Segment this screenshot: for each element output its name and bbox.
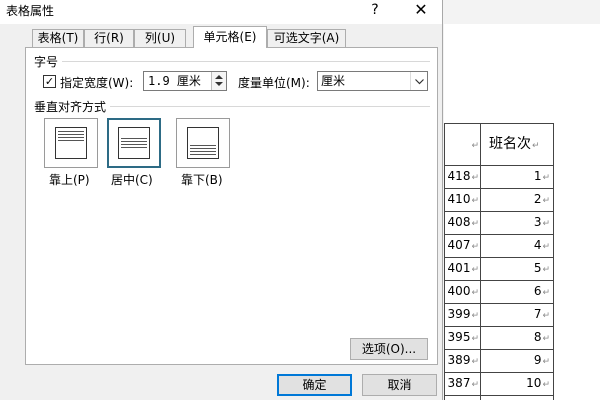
table-header-row: ↵ 班名次↵ [444, 123, 554, 166]
table-row: 389↵ 9↵ [444, 349, 554, 373]
table-cell-rank[interactable]: 6↵ [480, 280, 554, 304]
table-cell-score[interactable]: 389↵ [444, 349, 481, 373]
title-bar[interactable]: 表格属性 ? ✕ [0, 0, 442, 24]
measure-in-select[interactable]: 厘米 [317, 71, 428, 91]
table-cell-score[interactable]: 407↵ [444, 234, 481, 258]
tab-column[interactable]: 列(U) [134, 29, 186, 47]
align-bottom-option[interactable] [176, 118, 230, 168]
table-row: 408↵ 3↵ [444, 211, 554, 235]
align-center-label[interactable]: 居中(C) [111, 171, 153, 188]
preferred-width-checkbox[interactable]: ✓ [43, 75, 56, 88]
align-bottom-label[interactable]: 靠下(B) [181, 171, 223, 188]
align-top-option[interactable] [44, 118, 98, 168]
align-center-option[interactable] [107, 118, 161, 168]
help-button[interactable]: ? [364, 0, 386, 21]
table-cell-score[interactable]: 408↵ [444, 211, 481, 235]
table-cell-rank[interactable]: 7↵ [480, 303, 554, 327]
width-spinner[interactable] [211, 72, 226, 90]
ranking-table: ↵ 班名次↵ 418↵ 1↵ 410↵ 2↵ 408↵ 3↵ 407↵ 4↵ 401↵ 5↵ 400… [444, 123, 554, 400]
cancel-button[interactable]: 取消 [362, 374, 437, 396]
chevron-down-icon[interactable] [410, 72, 427, 90]
table-cell-rank[interactable]: 8↵ [480, 326, 554, 350]
preferred-width-label[interactable]: 指定宽度(W): [60, 74, 133, 91]
table-cell-rank[interactable]: 4↵ [480, 234, 554, 258]
align-top-label[interactable]: 靠上(P) [49, 171, 90, 188]
dialog-title: 表格属性 [6, 4, 55, 18]
table-cell-score[interactable]: 400↵ [444, 280, 481, 304]
table-cell[interactable]: ↵ [444, 123, 481, 166]
table-header-rank[interactable]: 班名次↵ [480, 123, 554, 166]
tab-table[interactable]: 表格(T) [32, 29, 84, 47]
spin-down-icon[interactable] [215, 82, 223, 86]
table-cell-rank[interactable]: 9↵ [480, 349, 554, 373]
ok-button[interactable]: 确定 [277, 374, 352, 396]
table-cell-rank[interactable]: 2↵ [480, 188, 554, 212]
table-cell-score[interactable]: 401↵ [444, 257, 481, 281]
table-cell-score[interactable]: 387↵ [444, 395, 481, 400]
options-button[interactable]: 选项(O)... [350, 338, 428, 360]
table-cell-score[interactable]: 399↵ [444, 303, 481, 327]
check-mark-icon: ✓ [44, 75, 55, 88]
cell-tab-panel [25, 47, 438, 365]
table-cell-rank[interactable]: 10↵ [480, 372, 554, 396]
section-divider [62, 61, 430, 62]
table-row: 410↵ 2↵ [444, 188, 554, 212]
tab-alt-text[interactable]: 可选文字(A) [267, 29, 346, 47]
table-cell-score[interactable]: 418↵ [444, 165, 481, 189]
measure-in-label: 度量单位(M): [238, 76, 310, 90]
measure-in-value: 厘米 [321, 74, 346, 88]
table-cell-rank[interactable]: 3↵ [480, 211, 554, 235]
close-button[interactable]: ✕ [406, 0, 436, 22]
table-row: 401↵ 5↵ [444, 257, 554, 281]
table-cell-score[interactable]: 410↵ [444, 188, 481, 212]
table-row: 387↵11↵ [444, 395, 554, 400]
table-cell-score[interactable]: 395↵ [444, 326, 481, 350]
table-cell-score[interactable]: 387↵ [444, 372, 481, 396]
table-row: 407↵ 4↵ [444, 234, 554, 258]
table-row: 400↵ 6↵ [444, 280, 554, 304]
table-cell-rank[interactable]: 1↵ [480, 165, 554, 189]
table-properties-dialog: 表格属性 ? ✕ 表格(T) 行(R) 列(U) 单元格(E) 可选文字(A) … [0, 0, 443, 400]
vertical-alignment-label: 垂直对齐方式 [34, 100, 107, 114]
table-row: 399↵ 7↵ [444, 303, 554, 327]
table-row: 395↵ 8↵ [444, 326, 554, 350]
size-section-label: 字号 [34, 55, 59, 69]
align-center-icon [118, 127, 150, 159]
table-row: 387↵ 10↵ [444, 372, 554, 396]
spin-up-icon[interactable] [215, 75, 223, 79]
table-row: 418↵ 1↵ [444, 165, 554, 189]
align-bottom-icon [187, 127, 219, 159]
tab-row[interactable]: 行(R) [84, 29, 134, 47]
table-cell-rank[interactable]: 11↵ [480, 395, 554, 400]
table-cell-rank[interactable]: 5↵ [480, 257, 554, 281]
tab-cell[interactable]: 单元格(E) [193, 26, 267, 48]
section-divider [110, 106, 430, 107]
align-top-icon [55, 127, 87, 159]
